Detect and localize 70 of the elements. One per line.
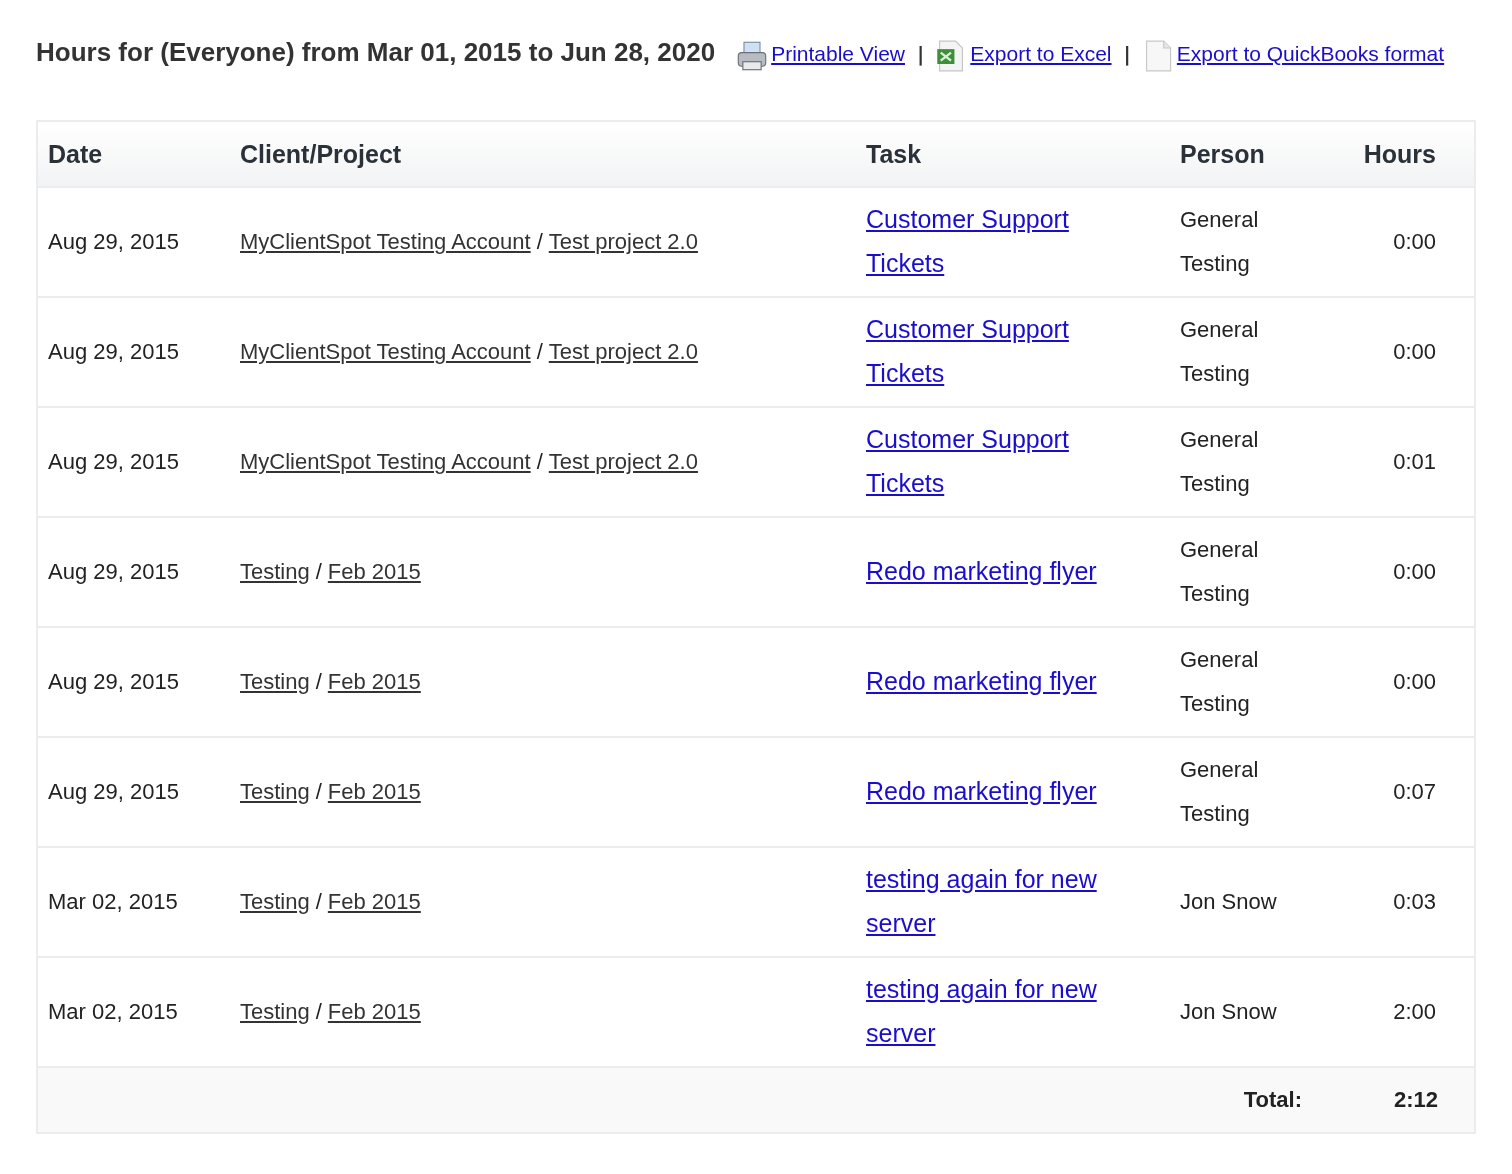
client-link[interactable]: MyClientSpot Testing Account [240, 229, 531, 254]
table-cell-text: 0:00 [1392, 558, 1437, 586]
task-link[interactable]: Customer Support Tickets [866, 417, 1130, 505]
export-link[interactable]: Export to QuickBooks format [1176, 42, 1445, 65]
client-link[interactable]: Testing [240, 999, 310, 1024]
task-link[interactable]: Redo marketing flyer [866, 549, 1097, 593]
project-link[interactable]: Feb 2015 [327, 669, 421, 694]
table-cell-text: 0:03 [1392, 888, 1437, 916]
separator: | [917, 42, 925, 66]
table-cell-text: General Testing [1179, 426, 1260, 498]
table-cell-text: Aug 29, 2015 [47, 668, 180, 696]
project-link[interactable]: Test project 2.0 [548, 449, 698, 474]
column-header: Hours [1362, 139, 1437, 170]
table-cell-text: Aug 29, 2015 [47, 448, 180, 476]
separator: / [315, 669, 322, 694]
project-link[interactable]: Test project 2.0 [548, 339, 698, 364]
separator: / [536, 339, 543, 364]
table-cell-text: 0:00 [1392, 228, 1437, 256]
table-cell-text: 0:00 [1392, 668, 1437, 696]
table-cell-text: General Testing [1179, 756, 1260, 828]
column-header: Task [865, 139, 923, 170]
table-cell-text: 0:01 [1392, 448, 1437, 476]
table-cell-text: General Testing [1179, 316, 1260, 388]
separator: / [536, 229, 543, 254]
client-link[interactable]: Testing [240, 889, 310, 914]
task-link[interactable]: testing again for new server [866, 967, 1130, 1055]
table-cell-text: Aug 29, 2015 [47, 338, 180, 366]
table-cell-text: General Testing [1179, 536, 1260, 608]
total-value: 2:12 [1392, 1086, 1439, 1114]
project-link[interactable]: Test project 2.0 [548, 229, 698, 254]
table-cell-text: General Testing [1179, 646, 1260, 718]
table-cell-text: Aug 29, 2015 [47, 558, 180, 586]
client-link[interactable]: Testing [240, 669, 310, 694]
task-link[interactable]: Redo marketing flyer [866, 659, 1097, 703]
separator: / [536, 449, 543, 474]
task-link[interactable]: testing again for new server [866, 857, 1130, 945]
project-link[interactable]: Feb 2015 [327, 559, 421, 584]
task-link[interactable]: Customer Support Tickets [866, 197, 1130, 285]
table-cell-text: Jon Snow [1179, 888, 1278, 916]
table-cell-text: Aug 29, 2015 [47, 228, 180, 256]
separator: / [315, 559, 322, 584]
table-cell-text: 0:00 [1392, 338, 1437, 366]
separator: / [315, 779, 322, 804]
table-cell-text: 0:07 [1392, 778, 1437, 806]
client-link[interactable]: Testing [240, 559, 310, 584]
project-link[interactable]: Feb 2015 [327, 779, 421, 804]
separator: / [315, 889, 322, 914]
client-link[interactable]: MyClientSpot Testing Account [240, 449, 531, 474]
total-label: Total: [1242, 1086, 1303, 1114]
client-link[interactable]: Testing [240, 779, 310, 804]
export-link[interactable]: Export to Excel [970, 42, 1112, 65]
column-header: Client/Project [239, 139, 403, 170]
client-link[interactable]: MyClientSpot Testing Account [240, 339, 531, 364]
project-link[interactable]: Feb 2015 [327, 999, 421, 1024]
column-header: Date [47, 139, 104, 170]
table-cell-text: General Testing [1179, 206, 1260, 278]
table-cell-text: Mar 02, 2015 [47, 888, 179, 916]
project-link[interactable]: Feb 2015 [327, 889, 421, 914]
report-title: Hours for (Everyone) from Mar 01, 2015 to Jun 28, 2020 [36, 37, 716, 67]
separator: | [1123, 42, 1131, 66]
printer-icon[interactable] [737, 39, 768, 72]
table-cell-text: Jon Snow [1179, 998, 1278, 1026]
task-link[interactable]: Redo marketing flyer [866, 769, 1097, 813]
table-cell-text: 2:00 [1392, 998, 1437, 1026]
separator: / [315, 999, 322, 1024]
table-cell-text: Mar 02, 2015 [47, 998, 179, 1026]
column-header: Person [1179, 139, 1266, 170]
task-link[interactable]: Customer Support Tickets [866, 307, 1130, 395]
table-cell-text: Aug 29, 2015 [47, 778, 180, 806]
export-link[interactable]: Printable View [771, 42, 905, 65]
